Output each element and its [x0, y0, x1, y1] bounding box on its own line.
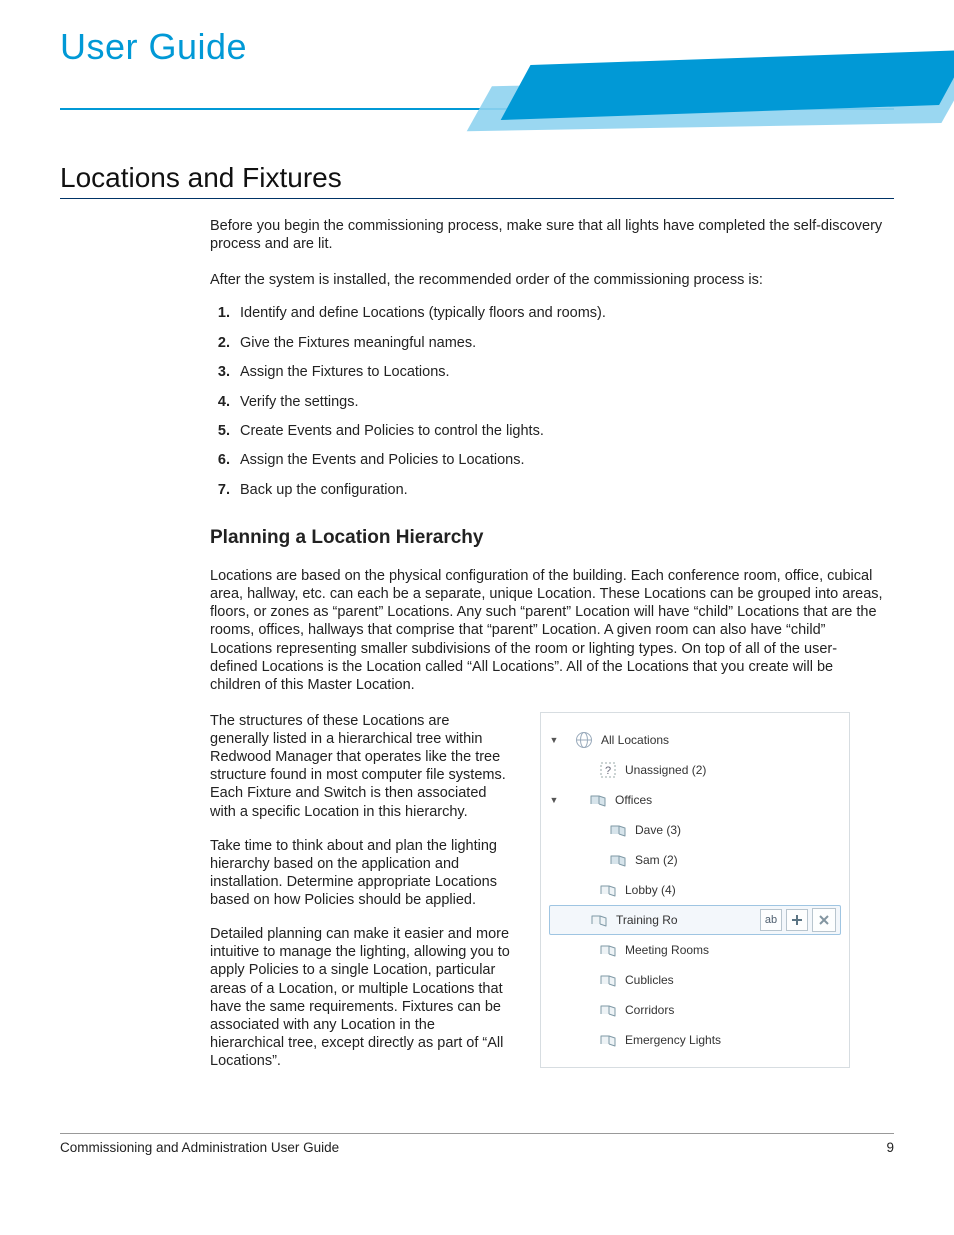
hierarchy-paragraph: Locations are based on the physical conf… [210, 567, 884, 694]
footer-page-number: 9 [886, 1140, 894, 1155]
tree-label: Training Ro [616, 913, 678, 927]
tree-row-dave[interactable]: Dave (3) [549, 815, 841, 845]
location-icon [599, 1001, 617, 1019]
commissioning-steps-list: Identify and define Locations (typically… [210, 305, 884, 499]
tree-label: Meeting Rooms [625, 943, 709, 957]
location-icon [599, 1031, 617, 1049]
step-item: Verify the settings. [234, 394, 884, 411]
page-footer: Commissioning and Administration User Gu… [60, 1133, 894, 1155]
tree-row-corridors[interactable]: Corridors [549, 995, 841, 1025]
tree-label: Corridors [625, 1003, 674, 1017]
tree-row-emergency[interactable]: Emergency Lights [549, 1025, 841, 1055]
tree-label: Emergency Lights [625, 1033, 721, 1047]
location-icon [599, 941, 617, 959]
tree-label: Dave (3) [635, 823, 681, 837]
rename-button[interactable]: ab [760, 909, 782, 931]
intro-paragraph-2: After the system is installed, the recom… [210, 271, 884, 289]
add-button[interactable] [786, 909, 808, 931]
tree-label: All Locations [601, 733, 669, 747]
location-tree-panel: ▼ All Locations ? Unassigned (2) [540, 712, 850, 1068]
tree-label: Lobby (4) [625, 883, 676, 897]
header-graphic [474, 50, 954, 120]
tree-row-offices[interactable]: ▼ Offices [549, 785, 841, 815]
location-icon [599, 971, 617, 989]
left-para: The structures of these Locations are ge… [210, 712, 510, 821]
tree-row-unassigned[interactable]: ? Unassigned (2) [549, 755, 841, 785]
question-icon: ? [599, 761, 617, 779]
caret-icon[interactable]: ▼ [549, 795, 559, 805]
location-icon [599, 881, 617, 899]
location-icon [609, 821, 627, 839]
tree-label: Unassigned (2) [625, 763, 706, 777]
tree-label: Offices [615, 793, 652, 807]
section-title: Locations and Fixtures [60, 162, 894, 199]
tree-row-training-selected[interactable]: Training Ro ab [549, 905, 841, 935]
tree-row-meeting[interactable]: Meeting Rooms [549, 935, 841, 965]
left-para: Detailed planning can make it easier and… [210, 925, 510, 1070]
caret-icon[interactable]: ▼ [549, 735, 559, 745]
step-item: Create Events and Policies to control th… [234, 423, 884, 440]
location-icon [590, 911, 608, 929]
subsection-title: Planning a Location Hierarchy [210, 527, 884, 549]
tree-label: Sam (2) [635, 853, 678, 867]
tree-row-sam[interactable]: Sam (2) [549, 845, 841, 875]
location-icon [609, 851, 627, 869]
delete-button[interactable] [812, 908, 836, 932]
intro-paragraph-1: Before you begin the commissioning proce… [210, 217, 884, 253]
left-para: Take time to think about and plan the li… [210, 837, 510, 910]
step-item: Back up the configuration. [234, 482, 884, 499]
step-item: Identify and define Locations (typically… [234, 305, 884, 322]
tree-row-all-locations[interactable]: ▼ All Locations [549, 725, 841, 755]
footer-title: Commissioning and Administration User Gu… [60, 1140, 339, 1155]
tree-label: Cublicles [625, 973, 674, 987]
tree-row-cubicles[interactable]: Cublicles [549, 965, 841, 995]
svg-text:?: ? [605, 765, 611, 777]
page-header: User Guide [60, 20, 894, 110]
step-item: Give the Fixtures meaningful names. [234, 335, 884, 352]
tree-row-lobby[interactable]: Lobby (4) [549, 875, 841, 905]
step-item: Assign the Fixtures to Locations. [234, 364, 884, 381]
left-text-column: The structures of these Locations are ge… [210, 712, 510, 1086]
location-icon [589, 791, 607, 809]
globe-icon [575, 731, 593, 749]
step-item: Assign the Events and Policies to Locati… [234, 452, 884, 469]
